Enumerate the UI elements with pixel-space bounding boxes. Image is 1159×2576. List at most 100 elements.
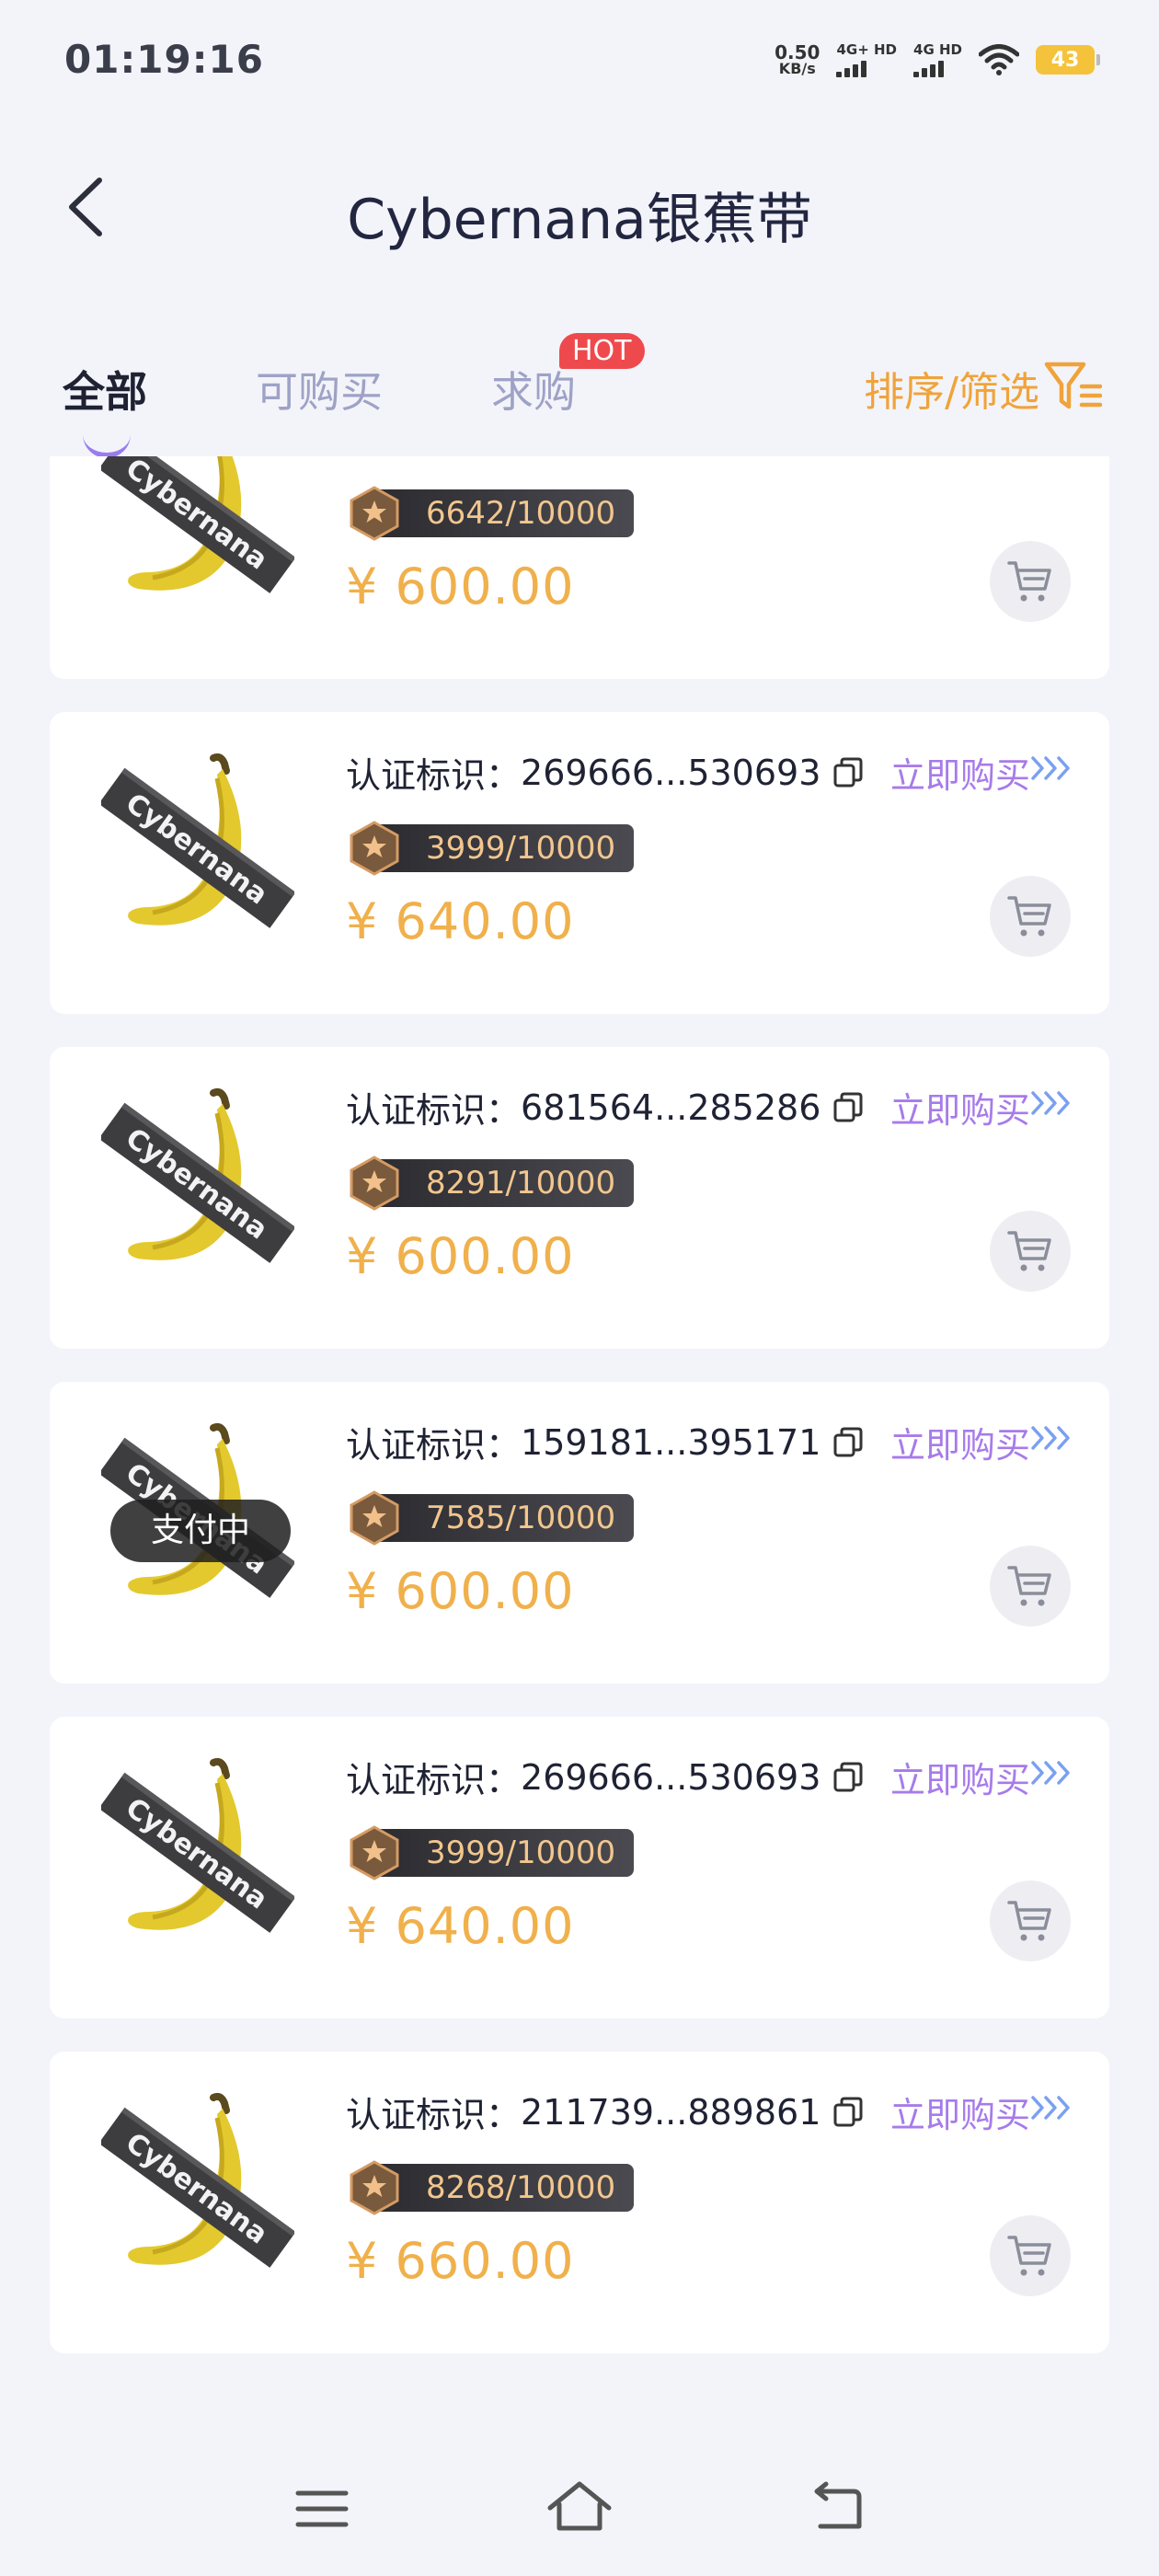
banana-thumbnail-image: Cybernana bbox=[98, 2090, 296, 2283]
price-value: ¥ 640.00 bbox=[346, 1897, 575, 1955]
filter-icon[interactable] bbox=[1043, 359, 1103, 414]
edition-number: 3999/10000 bbox=[373, 824, 635, 872]
price-value: ¥ 660.00 bbox=[346, 2232, 575, 2290]
copy-icon[interactable] bbox=[832, 756, 865, 789]
active-tab-indicator bbox=[83, 432, 131, 458]
cert-id-label: 认证标识： bbox=[346, 755, 522, 796]
price-value: ¥ 600.00 bbox=[346, 1562, 575, 1620]
menu-icon bbox=[295, 2490, 349, 2527]
banana-thumbnail-image: Cybernana bbox=[98, 1086, 296, 1279]
cert-id-row: 认证标识： 211739...889861 bbox=[346, 2087, 865, 2137]
edition-number: 7585/10000 bbox=[373, 1494, 635, 1542]
price-value: ¥ 600.00 bbox=[346, 1227, 575, 1285]
star-hexagon-icon bbox=[350, 486, 399, 541]
banana-thumbnail-image: Cybernana bbox=[98, 456, 296, 609]
status-bar: 01:19:16 0.50 KB/s 4G+ HD 4G HD 43 bbox=[0, 0, 1159, 120]
buy-now-button[interactable]: 立即购买 bbox=[890, 2087, 1030, 2137]
edition-badge: 8268/10000 bbox=[349, 2160, 635, 2215]
edition-badge: 3999/10000 bbox=[349, 821, 635, 876]
network-speed-unit: KB/s bbox=[778, 60, 816, 77]
star-hexagon-icon bbox=[350, 2160, 399, 2215]
edition-badge: 3999/10000 bbox=[349, 1825, 635, 1880]
page-title: Cybernana银蕉带 bbox=[347, 188, 812, 252]
cert-id-value: 269666...530693 bbox=[521, 752, 821, 793]
status-time: 01:19:16 bbox=[64, 37, 264, 82]
banana-thumbnail-image: Cybernana bbox=[98, 1755, 296, 1949]
buy-now-button[interactable]: 立即购买 bbox=[890, 1082, 1030, 1133]
product-card[interactable]: Cybernana 认证标识： 269666...530693 立即购买 399… bbox=[50, 1717, 1109, 2018]
cert-id-value: 554809...951861 bbox=[521, 456, 820, 458]
shopping-cart-icon bbox=[1007, 1566, 1051, 1606]
tab-bar: 全部 可购买 求购 HOT 排序/筛选 bbox=[0, 333, 1159, 458]
buy-now-button[interactable]: 立即购买 bbox=[890, 747, 1030, 798]
shopping-cart-icon bbox=[1007, 2236, 1051, 2276]
product-card[interactable]: Cybernana 认证标识： 211739...889861 立即购买 826… bbox=[50, 2052, 1109, 2353]
cert-id-value: 681564...285286 bbox=[521, 1087, 821, 1128]
cert-id-label: 认证标识： bbox=[346, 1760, 522, 1800]
edition-number: 8291/10000 bbox=[373, 1159, 635, 1207]
product-card[interactable]: Cybernana 认证标识： 681564...285286 立即购买 829… bbox=[50, 1047, 1109, 1349]
network-speed: 0.50 KB/s bbox=[775, 43, 820, 76]
signal-sim2-icon: 4G HD bbox=[913, 42, 962, 77]
sim1-label: 4G+ HD bbox=[836, 41, 898, 58]
star-hexagon-icon bbox=[350, 1825, 399, 1880]
product-card[interactable]: Cybernana 认证标识： 269666...530693 立即购买 399… bbox=[50, 712, 1109, 1014]
copy-icon[interactable] bbox=[832, 1426, 865, 1459]
shopping-cart-icon bbox=[1007, 1901, 1051, 1941]
chevron-right-triple-icon bbox=[1031, 1091, 1070, 1115]
tab-available[interactable]: 可购买 bbox=[256, 359, 383, 420]
add-to-cart-button[interactable] bbox=[990, 2215, 1071, 2296]
cert-id-value: 211739...889861 bbox=[521, 2091, 821, 2133]
system-nav-bar bbox=[0, 2440, 1159, 2576]
cert-id-row: 认证标识： 269666...530693 bbox=[346, 747, 865, 798]
back-nav-button[interactable] bbox=[800, 2477, 874, 2541]
cert-id-label: 认证标识： bbox=[346, 1425, 522, 1466]
menu-nav-button[interactable] bbox=[285, 2477, 359, 2541]
copy-icon[interactable] bbox=[832, 1091, 865, 1124]
star-hexagon-icon bbox=[350, 821, 399, 876]
cert-id-row: 认证标识： 554809...951861 bbox=[346, 456, 865, 463]
shopping-cart-icon bbox=[1007, 561, 1051, 602]
product-card[interactable]: Cybernana 认证标识： 554809...951861 立即购买 664… bbox=[50, 456, 1109, 679]
chevron-right-triple-icon bbox=[1031, 2096, 1070, 2120]
buy-now-button[interactable]: 立即购买 bbox=[890, 456, 1030, 463]
shopping-cart-icon bbox=[1007, 896, 1051, 937]
edition-number: 6642/10000 bbox=[373, 489, 635, 537]
add-to-cart-button[interactable] bbox=[990, 876, 1071, 957]
add-to-cart-button[interactable] bbox=[990, 541, 1071, 622]
return-icon bbox=[814, 2481, 862, 2529]
buy-now-button[interactable]: 立即购买 bbox=[890, 1417, 1030, 1467]
hot-badge: HOT bbox=[559, 333, 645, 369]
edition-number: 3999/10000 bbox=[373, 1829, 635, 1877]
star-hexagon-icon bbox=[350, 1490, 399, 1546]
chevron-right-triple-icon bbox=[1031, 1761, 1070, 1785]
add-to-cart-button[interactable] bbox=[990, 1211, 1071, 1292]
cert-id-row: 认证标识： 159181...395171 bbox=[346, 1417, 865, 1467]
shopping-cart-icon bbox=[1007, 1231, 1051, 1271]
product-list[interactable]: Cybernana 认证标识： 554809...951861 立即购买 664… bbox=[50, 456, 1109, 2440]
price-value: ¥ 640.00 bbox=[346, 892, 575, 950]
network-speed-value: 0.50 bbox=[775, 41, 820, 63]
sort-filter-button[interactable]: 排序/筛选 bbox=[864, 359, 1039, 418]
edition-badge: 7585/10000 bbox=[349, 1490, 635, 1546]
star-hexagon-icon bbox=[350, 1156, 399, 1211]
product-card[interactable]: Cybernana 支付中 认证标识： 159181...395171 立即购买… bbox=[50, 1382, 1109, 1684]
tab-all[interactable]: 全部 bbox=[63, 359, 147, 420]
wifi-icon bbox=[979, 44, 1019, 75]
add-to-cart-button[interactable] bbox=[990, 1546, 1071, 1627]
buy-now-button[interactable]: 立即购买 bbox=[890, 1752, 1030, 1802]
copy-icon[interactable] bbox=[832, 2096, 865, 2129]
add-to-cart-button[interactable] bbox=[990, 1880, 1071, 1961]
home-nav-button[interactable] bbox=[543, 2477, 616, 2541]
battery-icon: 43 bbox=[1036, 45, 1100, 75]
cert-id-value: 159181...395171 bbox=[521, 1421, 821, 1463]
page-header: Cybernana银蕉带 bbox=[0, 147, 1159, 267]
signal-sim1-icon: 4G+ HD bbox=[836, 42, 897, 77]
banana-thumbnail-image: Cybernana bbox=[98, 751, 296, 944]
cert-id-value: 269666...530693 bbox=[521, 1756, 821, 1798]
copy-icon[interactable] bbox=[832, 1761, 865, 1794]
home-icon bbox=[547, 2481, 612, 2531]
cert-id-row: 认证标识： 269666...530693 bbox=[346, 1752, 865, 1802]
cert-id-row: 认证标识： 681564...285286 bbox=[346, 1082, 865, 1133]
price-value: ¥ 600.00 bbox=[346, 558, 575, 615]
